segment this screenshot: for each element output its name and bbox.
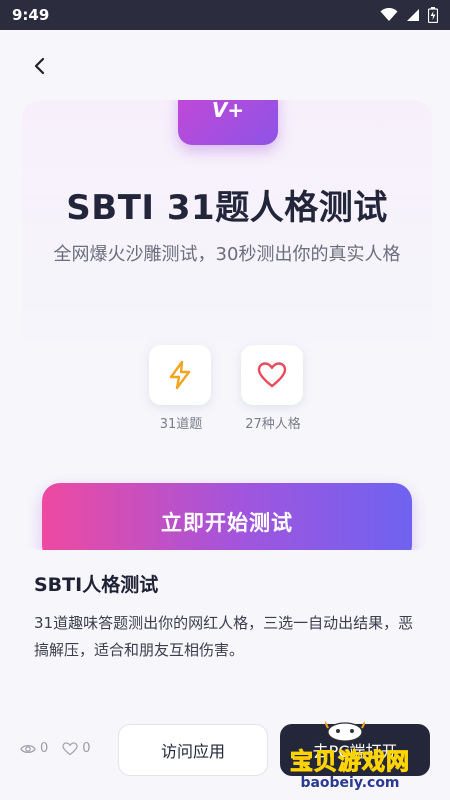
vip-badge: V+ [178, 100, 278, 145]
hero-card: V+ SBTI 31题人格测试 全网爆火沙雕测试，30秒测出你的真实人格 31道… [22, 100, 432, 550]
start-test-button[interactable]: 立即开始测试 [42, 483, 412, 550]
app-name: SBTI人格测试 [34, 574, 159, 596]
stats-bar: 0 0 [20, 741, 99, 756]
hero-subtitle: 全网爆火沙雕测试，30秒测出你的真实人格 [53, 244, 401, 265]
battery-icon [428, 7, 438, 23]
mascot-logo-icon [325, 721, 365, 742]
feature-tile [241, 345, 303, 405]
heart-icon [257, 362, 287, 388]
eye-icon [20, 744, 36, 753]
likes-stat[interactable]: 0 [62, 741, 91, 756]
vip-badge-text: V+ [211, 100, 245, 122]
status-time: 9:49 [12, 6, 50, 24]
back-button[interactable] [24, 50, 56, 82]
app-detail-page: V+ SBTI 31题人格测试 全网爆火沙雕测试，30秒测出你的真实人格 31道… [0, 30, 450, 800]
watermark-brand: 宝贝游戏网 [290, 749, 410, 776]
site-watermark: 宝贝游戏网 baobeiy.com [275, 721, 425, 800]
feature-label: 27种人格 [245, 417, 301, 432]
feature-personalities: 27种人格 [241, 345, 305, 432]
app-description: 31道趣味答题测出你的网红人格，三选一自动出结果，恶搞解压，适合和朋友互相伤害。 [34, 614, 414, 659]
status-icons [380, 7, 438, 23]
visit-app-button[interactable]: 访问应用 [118, 724, 268, 776]
views-count: 0 [40, 741, 49, 756]
feature-questions: 31道题 [149, 345, 213, 432]
feature-tile [149, 345, 211, 405]
views-stat: 0 [20, 741, 48, 756]
wifi-icon [380, 8, 398, 21]
watermark-url: baobeiy.com [300, 775, 400, 791]
hero-title: SBTI 31题人格测试 [66, 188, 388, 228]
start-test-label: 立即开始测试 [161, 511, 293, 535]
feature-label: 31道题 [159, 417, 203, 432]
status-bar: 9:49 [0, 0, 450, 30]
likes-count: 0 [82, 741, 91, 756]
signal-icon [407, 9, 419, 21]
heart-outline-icon [62, 741, 78, 755]
lightning-icon [169, 360, 191, 390]
chevron-left-icon [34, 57, 45, 75]
